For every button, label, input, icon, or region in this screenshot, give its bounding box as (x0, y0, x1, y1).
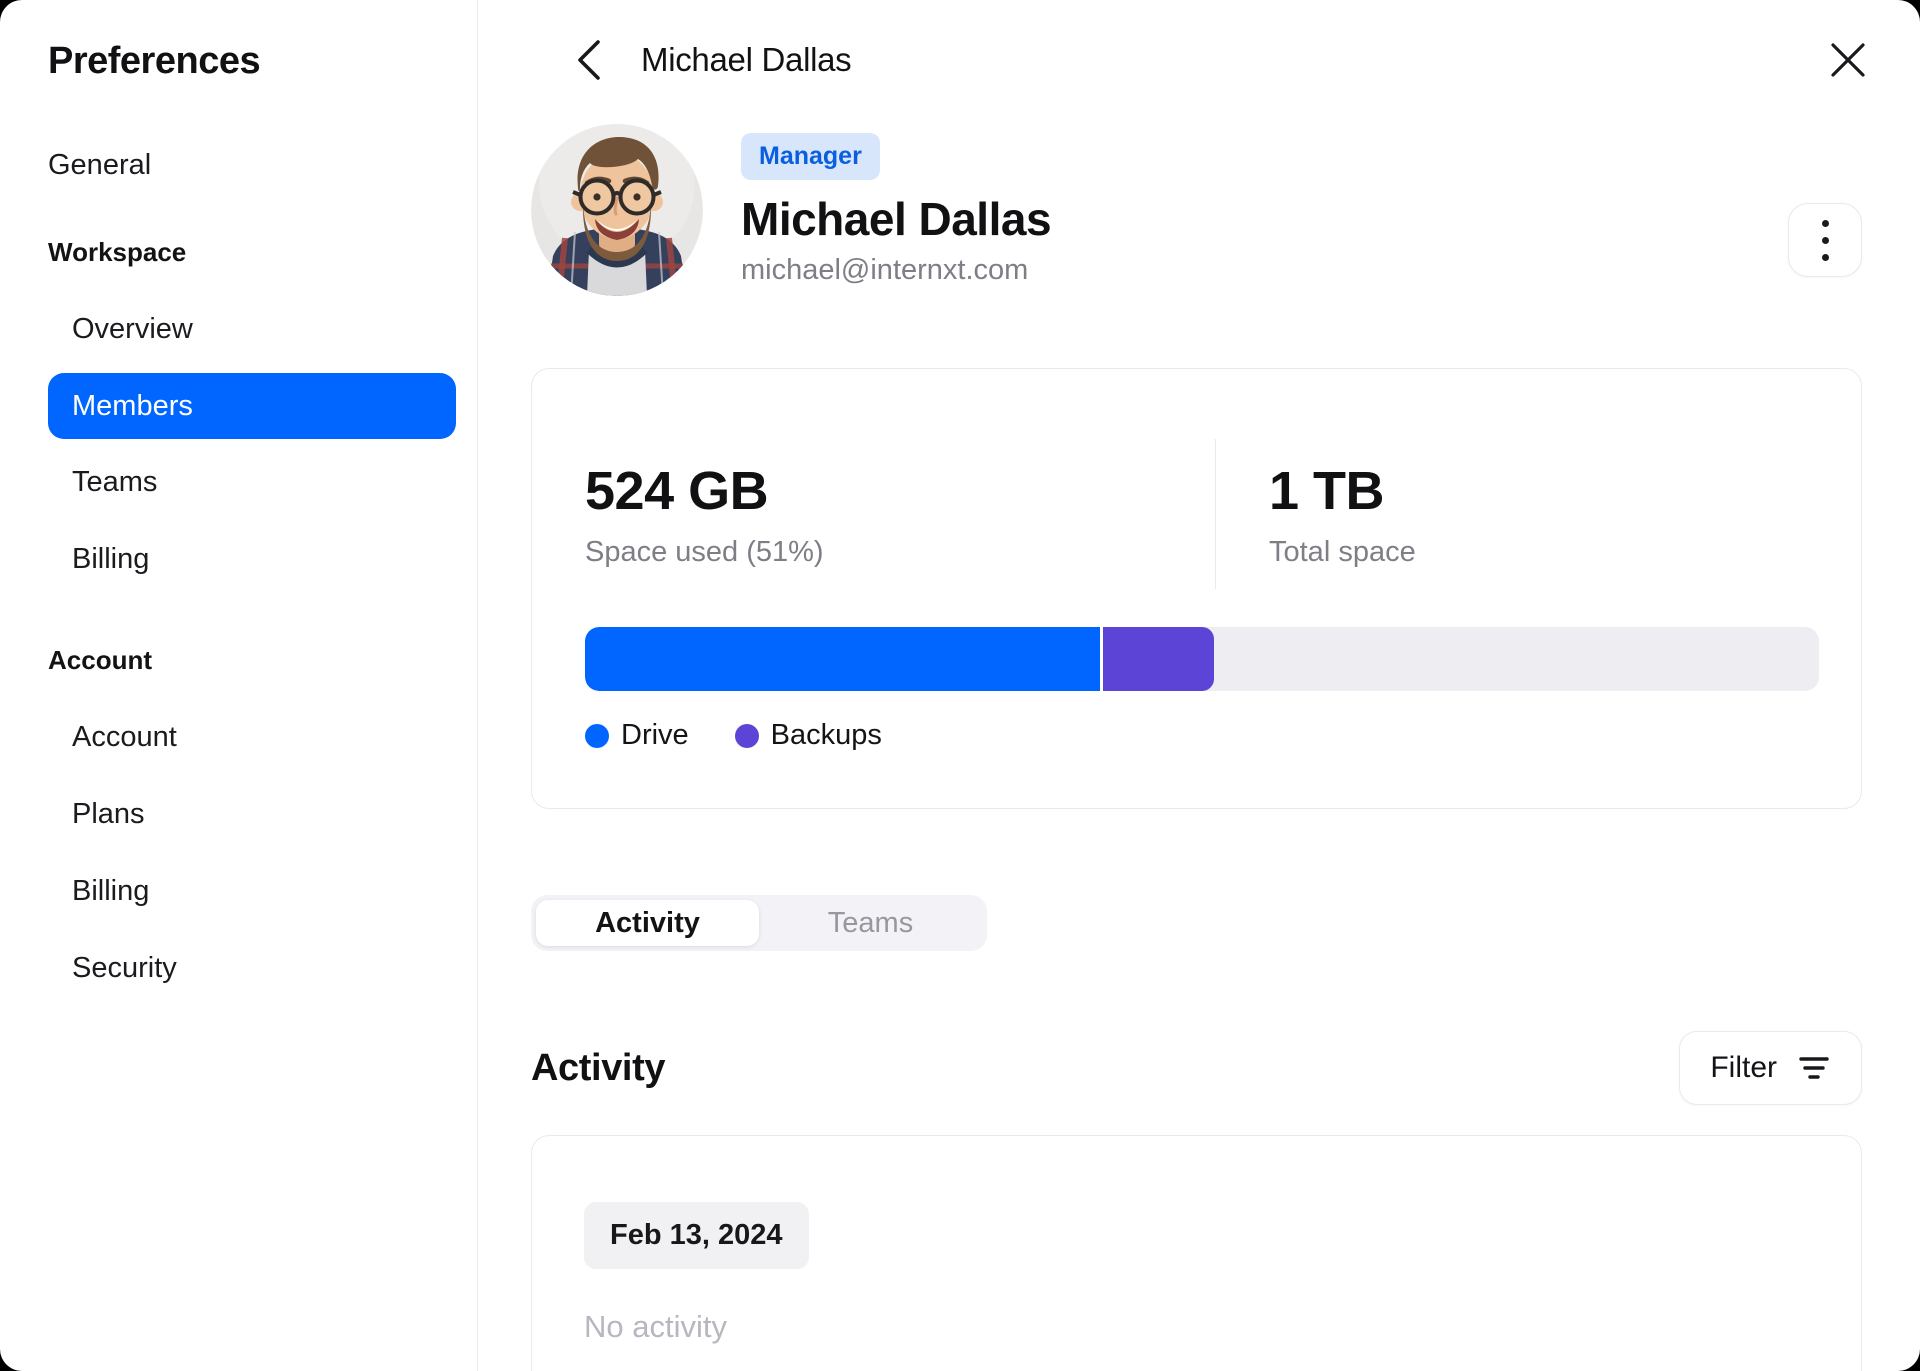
legend-item-drive: Drive (585, 719, 689, 752)
total-space-value: 1 TB (1269, 460, 1385, 521)
avatar (531, 124, 703, 296)
usage-card: 524 GB Space used (51%) 1 TB Total space… (531, 368, 1862, 809)
legend-label-backups: Backups (770, 719, 882, 751)
sidebar-nav: General Workspace Overview Members Teams… (48, 127, 456, 1007)
activity-heading: Activity (531, 1046, 666, 1089)
total-space-stat: 1 TB Total space (1216, 439, 1416, 589)
space-used-stat: 524 GB Space used (51%) (585, 439, 1215, 589)
backups-dot-icon (734, 723, 759, 748)
sidebar-item-plans[interactable]: Plans (48, 776, 456, 853)
usage-progress-bar (585, 627, 1819, 691)
close-button[interactable] (1820, 32, 1876, 88)
sidebar-item-overview[interactable]: Overview (48, 291, 456, 368)
space-used-value: 524 GB (585, 460, 769, 521)
filter-button-label: Filter (1710, 1051, 1777, 1085)
sidebar-item-general[interactable]: General (48, 127, 456, 204)
preferences-window: Preferences General Workspace Overview M… (0, 0, 1920, 1371)
usage-stats: 524 GB Space used (51%) 1 TB Total space (585, 439, 1819, 589)
sidebar-item-billing-workspace[interactable]: Billing (48, 521, 456, 598)
close-icon (1829, 41, 1867, 79)
sidebar: Preferences General Workspace Overview M… (0, 0, 478, 1371)
tab-teams[interactable]: Teams (759, 900, 982, 946)
member-options-button[interactable] (1788, 203, 1862, 277)
space-used-label: Space used (51%) (585, 535, 824, 568)
profile-name: Michael Dallas (741, 193, 1052, 245)
no-activity-text: No activity (584, 1309, 727, 1345)
legend-label-drive: Drive (621, 719, 689, 751)
detail-tabs: Activity Teams (531, 895, 987, 952)
sidebar-item-teams[interactable]: Teams (48, 444, 456, 521)
drive-dot-icon (585, 723, 609, 748)
sidebar-title: Preferences (48, 40, 261, 82)
role-badge: Manager (741, 133, 880, 180)
profile-email: michael@internxt.com (741, 254, 1029, 286)
activity-card: Feb 13, 2024 No activity (531, 1135, 1862, 1371)
filter-button[interactable]: Filter (1679, 1031, 1862, 1106)
sidebar-item-members[interactable]: Members (48, 373, 456, 439)
sidebar-section-workspace: Workspace (48, 237, 187, 267)
legend-item-backups: Backups (734, 719, 882, 752)
usage-bar-drive (585, 627, 1104, 691)
tab-activity[interactable]: Activity (536, 900, 759, 947)
profile-info: Manager Michael Dallas michael@internxt.… (741, 124, 1052, 296)
sidebar-item-account[interactable]: Account (48, 699, 456, 776)
usage-legend: Drive Backups (585, 719, 1819, 752)
date-chip: Feb 13, 2024 (584, 1202, 809, 1270)
member-detail-panel: Michael Dallas Manager Michael Dallas mi… (478, 0, 1920, 1371)
profile-section: Manager Michael Dallas michael@internxt.… (531, 124, 1862, 296)
topbar: Michael Dallas (531, 32, 1865, 88)
chevron-left-icon (576, 39, 602, 81)
back-button[interactable] (569, 36, 609, 84)
kebab-menu-icon (1821, 219, 1829, 261)
sidebar-item-billing-account[interactable]: Billing (48, 853, 456, 930)
activity-header-row: Activity Filter (531, 1031, 1862, 1106)
page-title: Michael Dallas (641, 41, 852, 78)
filter-icon (1797, 1054, 1831, 1082)
sidebar-item-security[interactable]: Security (48, 930, 456, 1007)
usage-bar-backups (1103, 627, 1215, 691)
total-space-label: Total space (1269, 535, 1416, 568)
sidebar-section-account: Account (48, 645, 152, 675)
